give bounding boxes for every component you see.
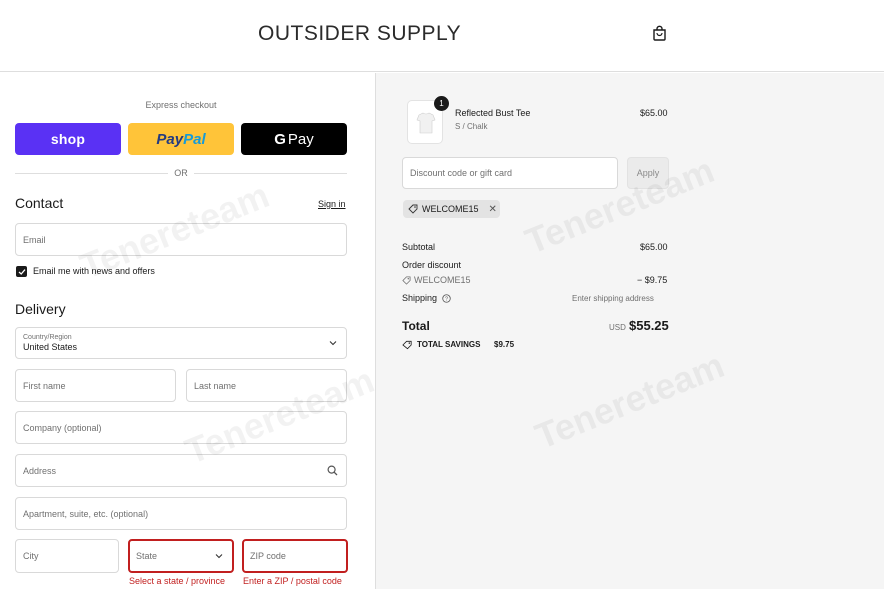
- city-field[interactable]: City: [15, 539, 119, 573]
- product-price: $65.00: [640, 108, 668, 118]
- or-label: OR: [168, 168, 194, 178]
- news-checkbox-label[interactable]: Email me with news and offers: [33, 266, 155, 276]
- first-name-placeholder: First name: [23, 380, 66, 391]
- total-savings-label: TOTAL SAVINGS: [417, 340, 481, 349]
- order-discount-label: Order discount: [402, 260, 462, 270]
- chevron-down-icon: [329, 341, 337, 346]
- address-field[interactable]: Address: [15, 454, 347, 487]
- product-name: Reflected Bust Tee: [455, 108, 531, 118]
- subtotal-value: $65.00: [640, 242, 668, 252]
- country-label: Country/Region: [23, 334, 72, 341]
- apartment-placeholder: Apartment, suite, etc. (optional): [23, 508, 149, 519]
- product-variant: S / Chalk: [455, 122, 488, 131]
- company-field[interactable]: Company (optional): [15, 411, 347, 444]
- paypal-button[interactable]: Pay Pal: [128, 123, 234, 155]
- company-placeholder: Company (optional): [23, 422, 102, 433]
- total-value: $55.25: [629, 318, 669, 333]
- zip-placeholder: ZIP code: [250, 551, 286, 561]
- city-placeholder: City: [23, 551, 39, 561]
- order-summary: 1 Reflected Bust Tee S / Chalk $65.00 Di…: [375, 73, 884, 589]
- brand-logo[interactable]: OUTSIDER SUPPLY: [258, 22, 461, 46]
- google-pay-button[interactable]: G Pay: [241, 123, 347, 155]
- total-currency: USD: [609, 323, 626, 332]
- shop-pay-button[interactable]: shop: [15, 123, 121, 155]
- apply-button[interactable]: Apply: [627, 157, 669, 189]
- order-discount-value: − $9.75: [637, 275, 668, 285]
- paypal-label-pal: Pal: [183, 130, 206, 148]
- google-g-icon: G: [274, 130, 286, 148]
- last-name-placeholder: Last name: [194, 380, 237, 391]
- state-placeholder: State: [136, 551, 158, 561]
- first-name-field[interactable]: First name: [15, 369, 176, 402]
- last-name-field[interactable]: Last name: [186, 369, 347, 402]
- sign-in-link[interactable]: Sign in: [318, 199, 346, 209]
- search-icon: [327, 465, 338, 476]
- email-field[interactable]: Email: [15, 223, 347, 256]
- zip-field[interactable]: ZIP code: [242, 539, 348, 573]
- shopping-bag-icon[interactable]: [652, 25, 667, 41]
- tag-icon: [402, 276, 411, 285]
- email-placeholder: Email: [23, 234, 46, 245]
- state-select[interactable]: State: [128, 539, 234, 573]
- shop-pay-label: shop: [50, 131, 86, 147]
- state-error: Select a state / province: [129, 576, 226, 586]
- discount-code-placeholder: Discount code or gift card: [410, 168, 513, 178]
- subtotal-label: Subtotal: [402, 242, 436, 252]
- chevron-down-icon: [215, 554, 223, 559]
- contact-heading: Contact: [15, 195, 64, 211]
- discount-code-field[interactable]: Discount code or gift card: [402, 157, 618, 189]
- address-placeholder: Address: [23, 465, 57, 476]
- apartment-field[interactable]: Apartment, suite, etc. (optional): [15, 497, 347, 530]
- zip-error: Enter a ZIP / postal code: [243, 576, 342, 586]
- quantity-badge: 1: [434, 96, 449, 111]
- remove-discount-icon[interactable]: ✕: [489, 204, 497, 215]
- help-circle-icon[interactable]: ?: [442, 294, 451, 303]
- total-savings-value: $9.75: [494, 340, 515, 349]
- paypal-label-pay: Pay: [156, 130, 184, 148]
- savings-tag-icon: [402, 340, 412, 350]
- country-value: United States: [23, 342, 78, 352]
- shipping-label: Shipping: [402, 293, 438, 303]
- delivery-heading: Delivery: [15, 301, 66, 317]
- order-discount-code: WELCOME15: [414, 275, 471, 285]
- express-checkout-label: Express checkout: [145, 100, 217, 110]
- google-pay-label: Pay: [287, 130, 314, 148]
- applied-discount-tag: WELCOME15 ✕: [403, 200, 500, 218]
- checkout-form: Express checkout shop Pay Pal G Pay OR Co…: [0, 73, 375, 589]
- total-label: Total: [402, 319, 430, 333]
- svg-text:?: ?: [445, 297, 448, 303]
- applied-discount-code: WELCOME15: [422, 204, 479, 214]
- tag-icon: [408, 204, 418, 214]
- site-header: OUTSIDER SUPPLY: [0, 0, 884, 72]
- news-checkbox[interactable]: [16, 266, 27, 277]
- country-select[interactable]: Country/Region United States: [15, 327, 347, 359]
- checkmark-icon: [18, 268, 25, 275]
- shipping-value: Enter shipping address: [572, 294, 654, 303]
